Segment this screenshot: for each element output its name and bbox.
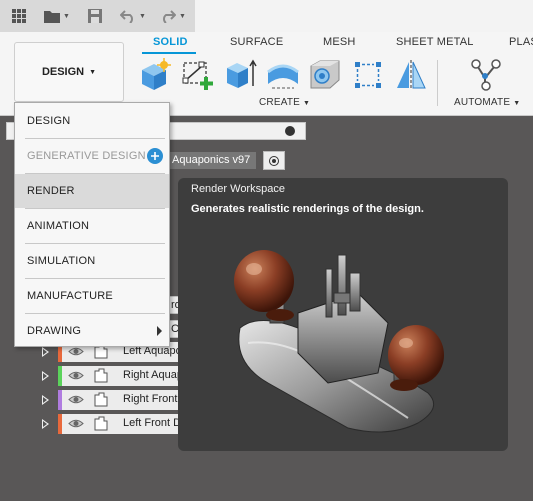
menu-item-animation[interactable]: ANIMATION (15, 209, 169, 243)
active-tab-underline (142, 52, 196, 54)
component-icon (94, 392, 108, 407)
title-bar: ▼ ▼ ▼ (0, 0, 533, 32)
router-plane-render-image (234, 250, 444, 433)
new-component-icon[interactable] (138, 58, 172, 92)
workspace-switcher-button[interactable]: DESIGN ▼ (14, 42, 124, 102)
menu-item-label: DRAWING (27, 325, 82, 337)
expand-triangle-icon[interactable] (42, 395, 49, 405)
automate-icon[interactable] (469, 58, 503, 92)
folder-icon[interactable]: ▼ (44, 8, 70, 24)
browser-row-label: Right Front (123, 393, 178, 405)
sketch-pattern-icon[interactable] (351, 58, 385, 92)
menu-item-simulation[interactable]: SIMULATION (15, 244, 169, 278)
save-icon[interactable] (88, 8, 102, 24)
eye-icon[interactable] (68, 370, 84, 381)
tab-surface[interactable]: SURFACE (230, 36, 283, 48)
menu-item-generative-design[interactable]: GENERATIVE DESIGN (15, 139, 169, 173)
workspace-switcher-label: DESIGN (41, 66, 85, 78)
menu-item-label: GENERATIVE DESIGN (27, 150, 146, 162)
row-color-swatch (58, 414, 62, 434)
render-workspace-tooltip: Render Workspace Generates realistic ren… (178, 178, 508, 451)
tooltip-description: Generates realistic renderings of the de… (191, 203, 424, 215)
browser-row[interactable]: Left Front D (40, 414, 182, 434)
redo-icon[interactable]: ▼ (160, 8, 186, 24)
component-icon (94, 368, 108, 383)
hole-icon[interactable] (308, 58, 342, 92)
browser-row-label: Left Front D (123, 417, 182, 429)
expand-triangle-icon[interactable] (42, 371, 49, 381)
menu-item-design[interactable]: DESIGN (15, 104, 169, 138)
grid-icon[interactable] (12, 8, 26, 24)
create-group-text: CREATE (259, 97, 301, 108)
row-color-swatch (58, 366, 62, 386)
chevron-down-icon: ▼ (89, 68, 97, 76)
mirror-icon[interactable] (394, 58, 428, 92)
chevron-down-icon: ▼ (513, 100, 521, 107)
menu-item-manufacture[interactable]: MANUFACTURE (15, 279, 169, 313)
activate-radio[interactable] (263, 151, 285, 170)
undo-icon[interactable]: ▼ (120, 8, 146, 24)
chevron-down-icon: ▼ (303, 100, 311, 107)
browser-row[interactable]: Right Front (40, 390, 178, 410)
external-link-icon (147, 148, 163, 164)
chevron-right-icon (157, 326, 162, 336)
automate-group-label[interactable]: AUTOMATE ▼ (454, 97, 520, 108)
revolve-icon[interactable] (266, 58, 300, 92)
automate-group-text: AUTOMATE (454, 97, 511, 108)
browser-row[interactable]: Right Aquaponic (40, 366, 203, 386)
document-tab-area (195, 0, 533, 32)
expand-triangle-icon[interactable] (42, 347, 49, 357)
extrude-icon[interactable] (224, 58, 258, 92)
tab-sheet-metal[interactable]: SHEET METAL (396, 36, 474, 48)
create-sketch-icon[interactable] (180, 58, 214, 92)
eye-icon[interactable] (68, 418, 84, 429)
tooltip-title: Render Workspace (191, 183, 285, 195)
document-name-chip[interactable]: Aquaponics v97 (160, 152, 257, 169)
group-separator (437, 60, 438, 106)
component-icon (94, 416, 108, 431)
collapse-icon[interactable] (285, 126, 295, 136)
workspace-menu: DESIGN GENERATIVE DESIGN RENDER ANIMATIO… (14, 102, 170, 347)
tab-solid[interactable]: SOLID (153, 36, 188, 48)
tab-mesh[interactable]: MESH (323, 36, 356, 48)
document-name: Aquaponics v97 (172, 154, 251, 166)
create-group-label[interactable]: CREATE ▼ (259, 97, 310, 108)
menu-item-render[interactable]: RENDER (15, 174, 169, 208)
expand-triangle-icon[interactable] (42, 419, 49, 429)
tab-plastic[interactable]: PLAS (509, 36, 533, 48)
menu-item-drawing[interactable]: DRAWING (15, 314, 169, 348)
eye-icon[interactable] (68, 394, 84, 405)
row-color-swatch (58, 390, 62, 410)
